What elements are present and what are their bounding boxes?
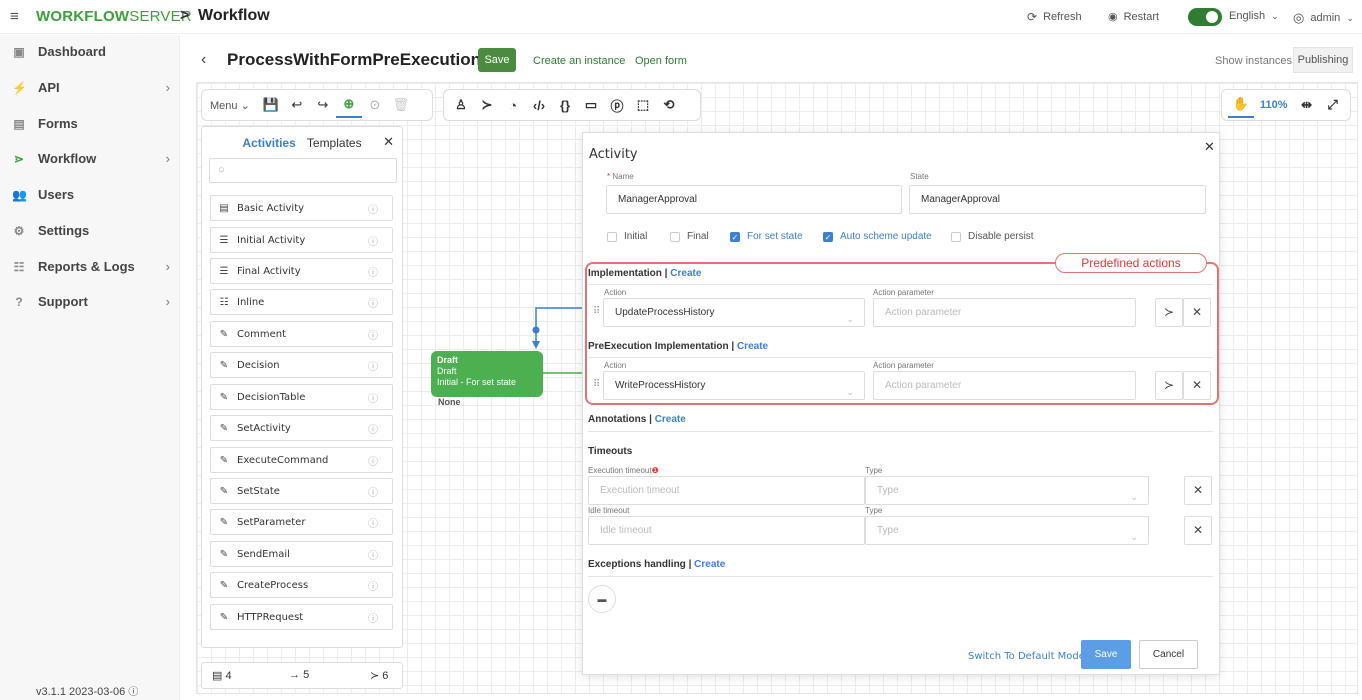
drag-handle-icon[interactable]: ⠿ — [593, 379, 600, 390]
type-label: Type — [865, 506, 883, 515]
implementation-section: Implementation | Create — [588, 268, 702, 279]
preexecution-action-parameter[interactable]: Action parameter — [873, 371, 1136, 400]
type-label: Type — [865, 466, 883, 475]
expression-button[interactable]: ≻ — [1155, 371, 1183, 400]
preexecution-section: PreExecution Implementation | Create — [588, 341, 769, 352]
annotations-section: Annotations | Create — [588, 414, 686, 425]
warning-icon: ❶ — [651, 466, 659, 475]
close-icon[interactable]: ✕ — [1204, 139, 1215, 155]
implementation-action-select[interactable]: UpdateProcessHistory ⌄ — [603, 298, 865, 327]
execution-timeout-input[interactable]: Execution timeout — [588, 476, 865, 505]
state-label: State — [910, 172, 929, 181]
create-implementation-link[interactable]: Create — [670, 268, 701, 279]
divider — [588, 284, 1213, 285]
name-input[interactable]: ManagerApproval — [606, 185, 902, 214]
divider — [588, 576, 1213, 577]
divider — [588, 357, 1213, 358]
chevron-down-icon: ⌄ — [1130, 532, 1138, 542]
clear-execution-timeout-button[interactable]: ✕ — [1184, 476, 1212, 505]
comment-icon: ▬ — [597, 594, 607, 604]
action-parameter-label: Action parameter — [873, 288, 934, 297]
disable-persist-checkbox[interactable]: Disable persist — [951, 231, 1034, 242]
drag-handle-icon[interactable]: ⠿ — [593, 306, 600, 317]
idle-timeout-input[interactable]: Idle timeout — [588, 516, 865, 545]
name-label: * Name — [607, 172, 634, 181]
connector-dot — [532, 326, 540, 334]
dialog-title: Activity — [589, 147, 638, 162]
for-set-state-checkbox[interactable]: ✓ For set state — [730, 231, 803, 242]
node-annotation: None — [438, 397, 461, 407]
execution-timeout-type-select[interactable]: Type ⌄ — [865, 476, 1149, 505]
chevron-down-icon: ⌄ — [1130, 492, 1138, 502]
timeouts-section: Timeouts — [588, 446, 633, 457]
action-parameter-label: Action parameter — [873, 361, 934, 370]
chevron-down-icon: ⌄ — [846, 314, 854, 324]
switch-mode-link[interactable]: Switch To Default Mode — [968, 651, 1085, 662]
execution-timeout-label: Execution timeout❶ — [588, 466, 659, 475]
idle-timeout-label: Idle timeout — [588, 506, 630, 515]
create-exception-link[interactable]: Create — [694, 559, 725, 570]
action-label: Action — [604, 361, 627, 370]
implementation-action-parameter[interactable]: Action parameter — [873, 298, 1136, 327]
create-annotation-link[interactable]: Create — [655, 414, 686, 425]
predefined-actions-badge: Predefined actions — [1055, 253, 1207, 273]
transition-line — [535, 307, 582, 343]
initial-checkbox[interactable]: Initial — [607, 231, 647, 242]
comment-button[interactable]: ▬ — [588, 585, 616, 613]
state-input[interactable]: ManagerApproval — [909, 185, 1206, 214]
chevron-down-icon: ⌄ — [846, 387, 854, 397]
remove-action-button[interactable]: ✕ — [1183, 371, 1211, 400]
action-label: Action — [604, 288, 627, 297]
final-checkbox[interactable]: Final — [670, 231, 709, 242]
expression-button[interactable]: ≻ — [1155, 298, 1183, 327]
exceptions-section: Exceptions handling | Create — [588, 559, 726, 570]
dialog-save-button[interactable]: Save — [1081, 640, 1131, 669]
idle-timeout-type-select[interactable]: Type ⌄ — [865, 516, 1149, 545]
clear-idle-timeout-button[interactable]: ✕ — [1184, 516, 1212, 545]
preexecution-action-select[interactable]: WriteProcessHistory ⌄ — [603, 371, 865, 400]
activity-node-draft[interactable]: Draft Draft Initial - For set state — [431, 351, 543, 397]
create-preexecution-link[interactable]: Create — [737, 341, 768, 352]
auto-scheme-update-checkbox[interactable]: ✓ Auto scheme update — [823, 231, 932, 242]
remove-action-button[interactable]: ✕ — [1183, 298, 1211, 327]
divider — [588, 431, 1213, 432]
dialog-cancel-button[interactable]: Cancel — [1139, 640, 1198, 669]
arrow-head — [532, 341, 540, 349]
